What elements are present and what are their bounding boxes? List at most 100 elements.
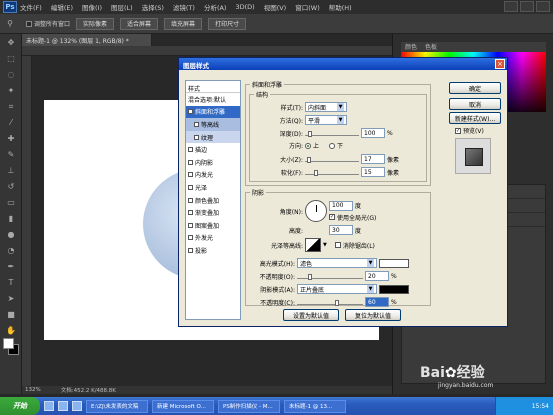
menu-image[interactable]: 图像(I) [82,2,102,12]
taskbar-item-photoshop[interactable]: 未标题-1 @ 13... [284,399,346,413]
quicklaunch-icon[interactable] [44,401,54,411]
reset-default-button[interactable]: 复位为默认值 [345,309,401,321]
checkbox-icon[interactable] [194,121,199,127]
style-item-texture[interactable]: 纹理 [186,130,240,144]
style-item-inner-shadow[interactable]: 内阴影 [186,156,240,169]
color-swatches[interactable] [3,338,19,358]
fill-screen-button[interactable]: 填充屏幕 [164,17,203,30]
style-item-outer-glow[interactable]: 外发光 [186,232,240,245]
taskbar-item-explorer[interactable]: E:\ZJ\未发表的文稿 [86,399,148,413]
history-brush-tool-icon[interactable]: ↺ [5,182,17,192]
hand-tool-icon[interactable]: ✋ [5,326,17,336]
checkbox-icon[interactable] [188,172,193,178]
preview-checkbox[interactable]: ✓ [455,127,461,134]
foreground-color[interactable] [3,338,14,349]
style-select[interactable]: 内斜面 ▼ [305,102,347,112]
tab-color[interactable]: 颜色 [405,42,417,52]
soften-slider[interactable] [305,169,359,176]
menu-help[interactable]: 帮助(H) [329,2,352,12]
tab-swatches[interactable]: 色板 [425,42,437,52]
set-default-button[interactable]: 设置为默认值 [283,309,339,321]
fit-screen-button[interactable]: 适合屏幕 [120,17,159,30]
checkbox-checked-icon[interactable] [188,109,193,115]
slider-thumb[interactable] [308,131,313,137]
shadow-color-swatch[interactable] [379,284,409,294]
size-slider[interactable] [305,156,359,163]
dodge-tool-icon[interactable]: ◔ [5,246,17,256]
depth-slider[interactable] [305,130,359,137]
highlight-color-swatch[interactable] [379,258,409,268]
move-tool-icon[interactable]: ✥ [5,38,17,48]
gloss-contour-picker[interactable] [305,238,321,252]
checkbox-icon[interactable] [188,184,193,190]
taskbar-item-word[interactable]: 新建 Microsoft O... [152,399,214,413]
menu-select[interactable]: 选择(S) [142,2,164,12]
menu-edit[interactable]: 编辑(E) [51,2,73,12]
menu-window[interactable]: 窗口(W) [295,2,320,12]
close-icon[interactable]: × [495,59,505,69]
cancel-button[interactable]: 取消 [449,98,501,110]
direction-down-radio[interactable] [329,142,336,149]
shadow-opacity-slider[interactable] [297,299,363,306]
healing-tool-icon[interactable]: ✚ [5,134,17,144]
checkbox-icon[interactable] [194,134,199,140]
actual-pixels-button[interactable]: 实际像素 [76,17,115,30]
stamp-tool-icon[interactable]: ⊥ [5,166,17,176]
style-item-drop-shadow[interactable]: 投影 [186,244,240,257]
checkbox-icon[interactable] [188,222,193,228]
checkbox-icon[interactable] [188,235,193,241]
eraser-tool-icon[interactable]: ▭ [5,198,17,208]
quicklaunch-icon[interactable] [58,401,68,411]
style-item-bevel-emboss[interactable]: 斜面和浮雕 [186,105,240,119]
angle-dial[interactable] [305,200,327,222]
menu-analysis[interactable]: 分析(A) [204,2,227,12]
crop-tool-icon[interactable]: ⌗ [5,102,17,112]
slider-thumb[interactable] [308,274,313,280]
type-tool-icon[interactable]: T [5,278,17,288]
print-size-button[interactable]: 打印尺寸 [208,17,247,30]
slider-thumb[interactable] [313,170,318,176]
shadow-opacity-input[interactable]: 60 [365,297,389,307]
checkbox-icon[interactable] [188,159,193,165]
technique-select[interactable]: 平滑 ▼ [305,115,347,125]
start-button[interactable]: 开始 [0,397,40,415]
close-window-button[interactable] [536,1,550,12]
style-item-inner-glow[interactable]: 内发光 [186,169,240,182]
marquee-tool-icon[interactable]: ⬚ [5,54,17,64]
clock[interactable]: 15:54 [532,403,549,410]
shadow-mode-select[interactable]: 正片叠底 ▼ [297,284,377,294]
resize-windows-checkbox[interactable]: 调整所有窗口 [26,19,70,28]
path-select-tool-icon[interactable]: ➤ [5,294,17,304]
style-item-satin[interactable]: 光泽 [186,181,240,194]
menu-layer[interactable]: 图层(L) [111,2,133,12]
menu-filter[interactable]: 滤镜(T) [173,2,195,12]
maximize-button[interactable] [520,1,534,12]
lasso-tool-icon[interactable]: ◌ [5,70,17,80]
blur-tool-icon[interactable]: ● [5,230,17,240]
brush-tool-icon[interactable]: ✎ [5,150,17,160]
chevron-down-icon[interactable]: ▼ [323,242,327,248]
quicklaunch-icon[interactable] [72,401,82,411]
checkbox-icon[interactable] [188,147,193,153]
menu-file[interactable]: 文件(F) [20,2,42,12]
shape-tool-icon[interactable]: ■ [5,310,17,320]
slider-thumb[interactable] [334,300,339,306]
style-item-contour[interactable]: 等高线 [186,118,240,131]
slider-thumb[interactable] [306,157,311,163]
checkbox-icon[interactable] [188,210,193,216]
depth-input[interactable]: 100 [361,128,385,138]
altitude-input[interactable]: 30 [329,225,353,235]
menu-3d[interactable]: 3D(D) [235,3,254,11]
checkbox-icon[interactable] [188,247,193,253]
menu-view[interactable]: 视图(V) [264,2,287,12]
antialias-checkbox[interactable] [334,242,341,248]
style-item-gradient-overlay[interactable]: 渐变叠加 [186,206,240,219]
style-item-stroke[interactable]: 描边 [186,143,240,156]
checkbox-icon[interactable] [188,197,193,203]
angle-input[interactable]: 100 [329,200,353,211]
gradient-tool-icon[interactable]: ▮ [5,214,17,224]
pen-tool-icon[interactable]: ✒ [5,262,17,272]
magic-wand-tool-icon[interactable]: ✦ [5,86,17,96]
eyedropper-tool-icon[interactable]: ⁄ [5,118,17,128]
taskbar-item-doc[interactable]: PS制作扫描仪 - M... [218,399,280,413]
